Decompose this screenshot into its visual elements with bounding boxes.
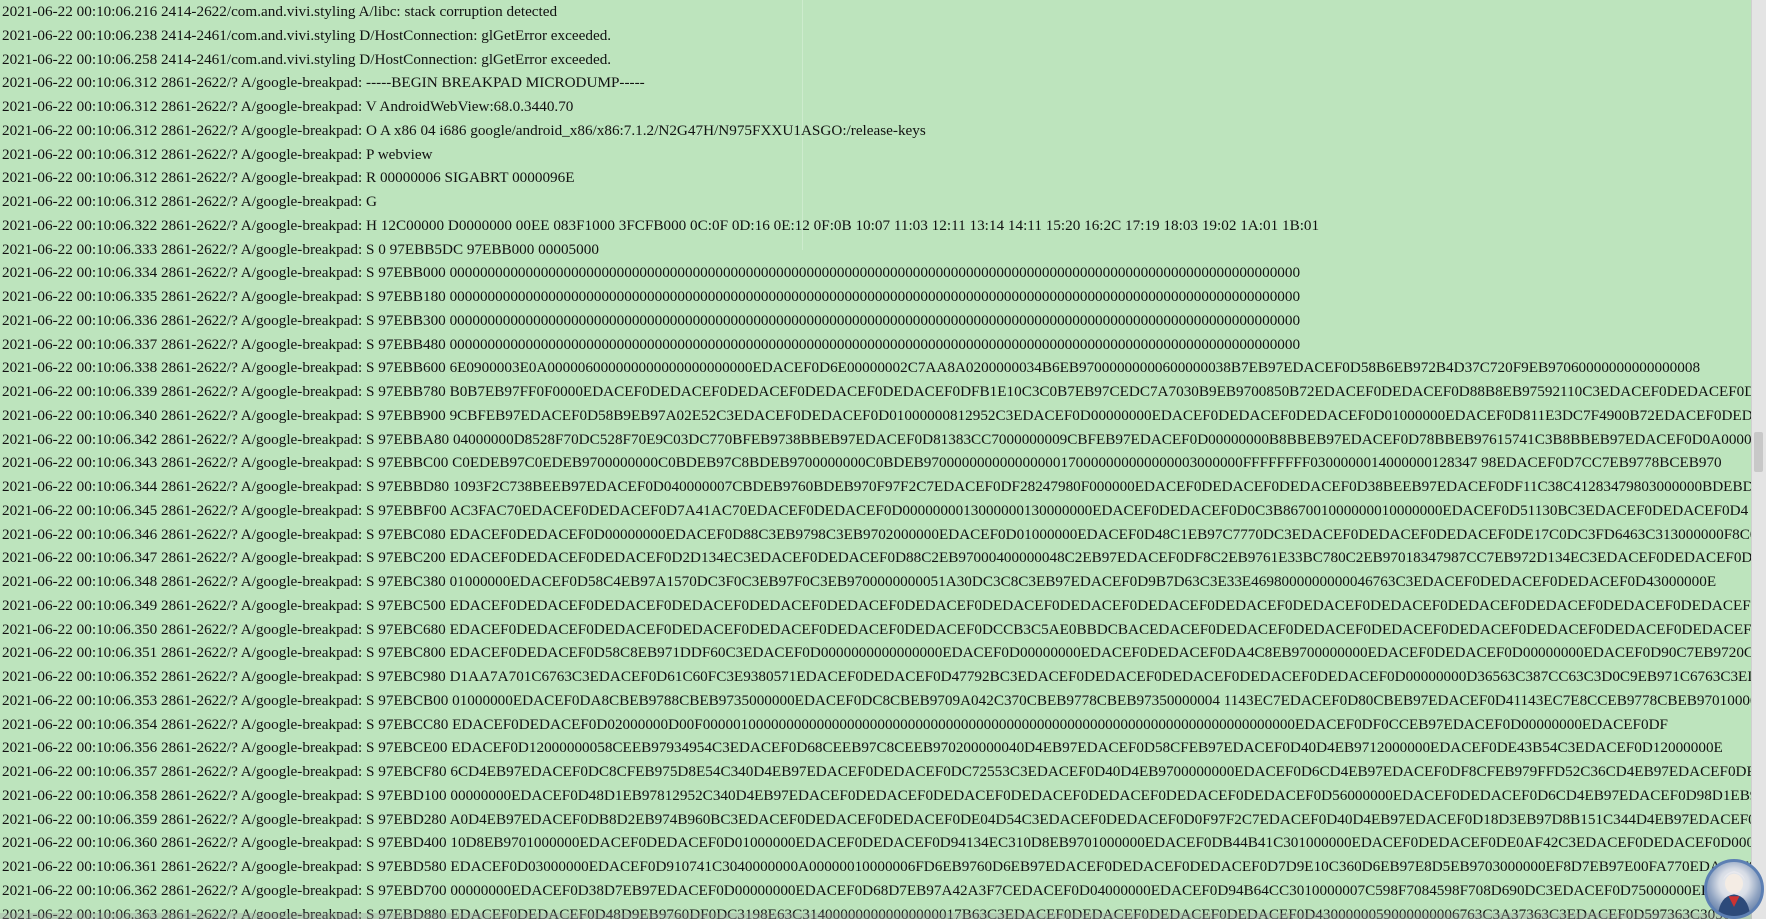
log-line: 2021-06-22 00:10:06.362 2861-2622/? A/go… (2, 881, 1723, 899)
log-viewer-window: 2021-06-22 00:10:06.216 2414-2622/com.an… (0, 0, 1766, 919)
log-line: 2021-06-22 00:10:06.352 2861-2622/? A/go… (2, 668, 1752, 685)
log-line: 2021-06-22 00:10:06.346 2861-2622/? A/go… (2, 525, 1752, 543)
scrollbar-thumb[interactable] (1754, 432, 1763, 472)
log-line: 2021-06-22 00:10:06.339 2861-2622/? A/go… (2, 383, 1752, 400)
log-line: 2021-06-22 00:10:06.312 2861-2622/? A/go… (2, 193, 377, 210)
avatar-figure-icon (1717, 871, 1751, 916)
user-avatar-icon[interactable] (1704, 859, 1764, 919)
logcat-output[interactable]: 2021-06-22 00:10:06.216 2414-2622/com.an… (0, 0, 1752, 919)
log-line: 2021-06-22 00:10:06.356 2861-2622/? A/go… (2, 739, 1723, 757)
log-line: 2021-06-22 00:10:06.342 2861-2622/? A/go… (2, 430, 1752, 448)
log-line: 2021-06-22 00:10:06.347 2861-2622/? A/go… (2, 549, 1752, 567)
log-line: 2021-06-22 00:10:06.312 2861-2622/? A/go… (2, 145, 433, 163)
log-line: 2021-06-22 00:10:06.349 2861-2622/? A/go… (2, 596, 1752, 614)
log-line: 2021-06-22 00:10:06.334 2861-2622/? A/go… (2, 264, 1301, 282)
log-line: 2021-06-22 00:10:06.360 2861-2622/? A/go… (2, 834, 1752, 852)
log-line: 2021-06-22 00:10:06.344 2861-2622/? A/go… (2, 478, 1752, 495)
log-line: 2021-06-22 00:10:06.353 2861-2622/? A/go… (2, 691, 1752, 709)
vertical-scrollbar[interactable] (1751, 0, 1766, 919)
log-line: 2021-06-22 00:10:06.258 2414-2461/com.an… (2, 50, 612, 68)
log-line: 2021-06-22 00:10:06.336 2861-2622/? A/go… (2, 311, 1301, 329)
log-line: 2021-06-22 00:10:06.312 2861-2622/? A/go… (2, 74, 645, 92)
log-line: 2021-06-22 00:10:06.312 2861-2622/? A/go… (2, 121, 926, 139)
log-line: 2021-06-22 00:10:06.333 2861-2622/? A/go… (2, 240, 599, 258)
log-line: 2021-06-22 00:10:06.358 2861-2622/? A/go… (2, 786, 1752, 804)
log-line: 2021-06-22 00:10:06.351 2861-2622/? A/go… (2, 644, 1752, 662)
log-line: 2021-06-22 00:10:06.354 2861-2622/? A/go… (2, 715, 1668, 733)
log-line: 2021-06-22 00:10:06.340 2861-2622/? A/go… (2, 406, 1752, 424)
log-line: 2021-06-22 00:10:06.345 2861-2622/? A/go… (2, 501, 1749, 519)
log-line: 2021-06-22 00:10:06.359 2861-2622/? A/go… (2, 810, 1752, 828)
log-line: 2021-06-22 00:10:06.343 2861-2622/? A/go… (2, 454, 1722, 472)
log-line: 2021-06-22 00:10:06.361 2861-2622/? A/go… (2, 858, 1752, 875)
log-line: 2021-06-22 00:10:06.348 2861-2622/? A/go… (2, 573, 1717, 590)
log-line: 2021-06-22 00:10:06.337 2861-2622/? A/go… (2, 335, 1301, 353)
log-line: 2021-06-22 00:10:06.357 2861-2622/? A/go… (2, 763, 1752, 780)
log-line: 2021-06-22 00:10:06.312 2861-2622/? A/go… (2, 169, 575, 187)
log-line: 2021-06-22 00:10:06.350 2861-2622/? A/go… (2, 620, 1752, 638)
log-line: 2021-06-22 00:10:06.338 2861-2622/? A/go… (2, 359, 1701, 377)
log-line: 2021-06-22 00:10:06.335 2861-2622/? A/go… (2, 288, 1301, 305)
log-line: 2021-06-22 00:10:06.322 2861-2622/? A/go… (2, 216, 1320, 234)
log-line: 2021-06-22 00:10:06.216 2414-2622/com.an… (2, 3, 558, 20)
horizontal-scrollbar[interactable] (0, 913, 1752, 919)
log-line: 2021-06-22 00:10:06.238 2414-2461/com.an… (2, 26, 612, 44)
log-line: 2021-06-22 00:10:06.312 2861-2622/? A/go… (2, 98, 574, 115)
